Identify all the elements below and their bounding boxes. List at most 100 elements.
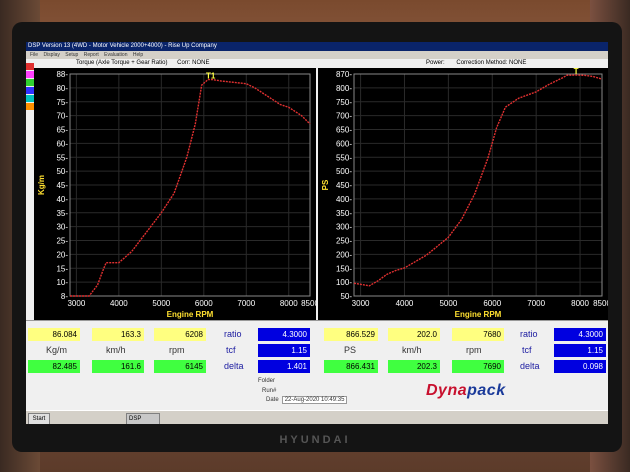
- unit-kmh-left: km/h: [106, 345, 126, 355]
- x-tick-label: 6000: [195, 299, 213, 308]
- taskbar: Start DSP: [26, 410, 608, 424]
- speed-current-value-right: 202.0: [388, 328, 440, 341]
- logo-part2: pack: [467, 382, 506, 399]
- x-tick-label: 3000: [67, 299, 85, 308]
- x-tick-label: 8000: [280, 299, 298, 308]
- y-tick-label: 650-: [336, 126, 352, 135]
- torque-chart[interactable]: 88- 80- 75- 70- 65- 60- 55- 50- 45- 40- 35- 30- 25- 2…: [34, 68, 316, 320]
- y-axis-label: Kg/m: [37, 175, 46, 195]
- color-swatch-orange[interactable]: [26, 103, 34, 110]
- peak-marker: T: [574, 68, 579, 76]
- dynapack-logo: Dynapack: [426, 382, 506, 400]
- y-tick-label: 80-: [56, 84, 68, 93]
- y-tick-label: 60-: [56, 139, 68, 148]
- tcf-value-left: 1.15: [258, 344, 310, 357]
- date-row: Date 22-Aug-2020 10:49:35: [266, 396, 348, 404]
- speed-current-value: 163.3: [92, 328, 144, 341]
- torque-current-value: 86.084: [28, 328, 80, 341]
- run-label: Run#: [262, 388, 277, 394]
- tcf-label-left: tcf: [226, 345, 236, 355]
- unit-rpm-right: rpm: [466, 345, 482, 355]
- delta-label-right: delta: [520, 361, 540, 371]
- rpm-current-value: 6208: [154, 328, 206, 341]
- y-tick-label: 55-: [56, 153, 68, 162]
- x-tick-label: 7000: [527, 299, 545, 308]
- menu-file[interactable]: File: [30, 52, 38, 58]
- y-tick-label: 550-: [336, 153, 352, 162]
- y-tick-label: 65-: [56, 126, 68, 135]
- power-current-value: 866.529: [324, 328, 378, 341]
- power-header: Power: Correction Method: NONE: [426, 59, 526, 67]
- y-tick-label: 450-: [336, 181, 352, 190]
- ratio-label-left: ratio: [224, 329, 242, 339]
- date-value: 22-Aug-2020 10:49:35: [281, 396, 348, 404]
- x-tick-label: 8000: [571, 299, 589, 308]
- x-tick-label: 5000: [152, 299, 170, 308]
- x-tick-label: 7000: [237, 299, 255, 308]
- y-axis-label: PS: [321, 179, 330, 190]
- tcf-value-right: 1.15: [554, 344, 606, 357]
- power-header-corr: Correction Method: NONE: [456, 60, 527, 66]
- color-swatch-green[interactable]: [26, 79, 34, 86]
- x-tick-label: 3000: [352, 299, 370, 308]
- start-button[interactable]: Start: [28, 413, 50, 424]
- y-tick-label: 100-: [336, 278, 352, 287]
- monitor-brand: HYUNDAI: [279, 434, 351, 446]
- x-tick-label: 4000: [110, 299, 128, 308]
- y-tick-label: 25-: [56, 237, 68, 246]
- y-tick-label: 75-: [56, 98, 68, 107]
- speed-peak-value: 161.6: [92, 360, 144, 373]
- y-tick-label: 600-: [336, 139, 352, 148]
- y-tick-label: 70-: [56, 112, 68, 121]
- window-title: DSP Version 13 (4WD - Motor Vehicle 2000…: [26, 42, 608, 51]
- delta-value-right: 0.098: [554, 360, 606, 373]
- ratio-value-right: 4.3000: [554, 328, 606, 341]
- y-tick-label: 250-: [336, 237, 352, 246]
- y-tick-label: 500-: [336, 167, 352, 176]
- power-peak-value: 866.431: [324, 360, 378, 373]
- rpm-current-value-right: 7680: [452, 328, 504, 341]
- color-swatch-red[interactable]: [26, 63, 34, 70]
- taskbar-dsp-button[interactable]: DSP: [126, 413, 160, 424]
- rpm-peak-value-right: 7690: [452, 360, 504, 373]
- x-tick-label: 4000: [396, 299, 414, 308]
- menu-display[interactable]: Display: [43, 52, 59, 58]
- ratio-label-right: ratio: [520, 329, 538, 339]
- menu-help[interactable]: Help: [133, 52, 143, 58]
- menu-bar: File Display Setup Report Evaluation Hel…: [26, 51, 608, 59]
- unit-ps: PS: [344, 345, 357, 355]
- y-tick-label: 20-: [56, 250, 68, 259]
- unit-kmh-right: km/h: [402, 345, 422, 355]
- torque-header-title: Torque (Axle Torque + Gear Ratio): [76, 60, 168, 66]
- tcf-label-right: tcf: [522, 345, 532, 355]
- y-tick-label: 870-: [336, 70, 352, 79]
- unit-rpm-left: rpm: [169, 345, 185, 355]
- y-tick-label: 350-: [336, 209, 352, 218]
- y-tick-label: 50-: [56, 167, 68, 176]
- torque-header-corr: Corr: NONE: [177, 60, 210, 66]
- color-legend-bar: [26, 63, 34, 123]
- y-tick-label: 400-: [336, 195, 352, 204]
- menu-evaluation[interactable]: Evaluation: [104, 52, 127, 58]
- date-label: Date: [266, 397, 279, 403]
- peak-marker: T1: [206, 72, 216, 81]
- y-tick-label: 45-: [56, 181, 68, 190]
- x-tick-label: 8500: [593, 299, 608, 308]
- y-tick-label: 150-: [336, 264, 352, 273]
- color-swatch-magenta[interactable]: [26, 71, 34, 78]
- y-tick-label: 35-: [56, 209, 68, 218]
- power-chart[interactable]: 870- 800- 750- 700- 650- 600- 550- 500- 450- 400-…: [318, 68, 608, 320]
- y-tick-label: 200-: [336, 250, 352, 259]
- screen: DSP Version 13 (4WD - Motor Vehicle 2000…: [26, 42, 608, 424]
- color-swatch-blue[interactable]: [26, 87, 34, 94]
- folder-label: Folder: [258, 378, 276, 384]
- color-swatch-cyan[interactable]: [26, 95, 34, 102]
- y-tick-label: 800-: [336, 84, 352, 93]
- x-tick-label: 6000: [483, 299, 501, 308]
- delta-value-left: 1.401: [258, 360, 310, 373]
- menu-report[interactable]: Report: [84, 52, 99, 58]
- menu-setup[interactable]: Setup: [65, 52, 78, 58]
- x-tick-label: 8500: [301, 299, 316, 308]
- speed-peak-value-right: 202.3: [388, 360, 440, 373]
- divider: [26, 320, 608, 321]
